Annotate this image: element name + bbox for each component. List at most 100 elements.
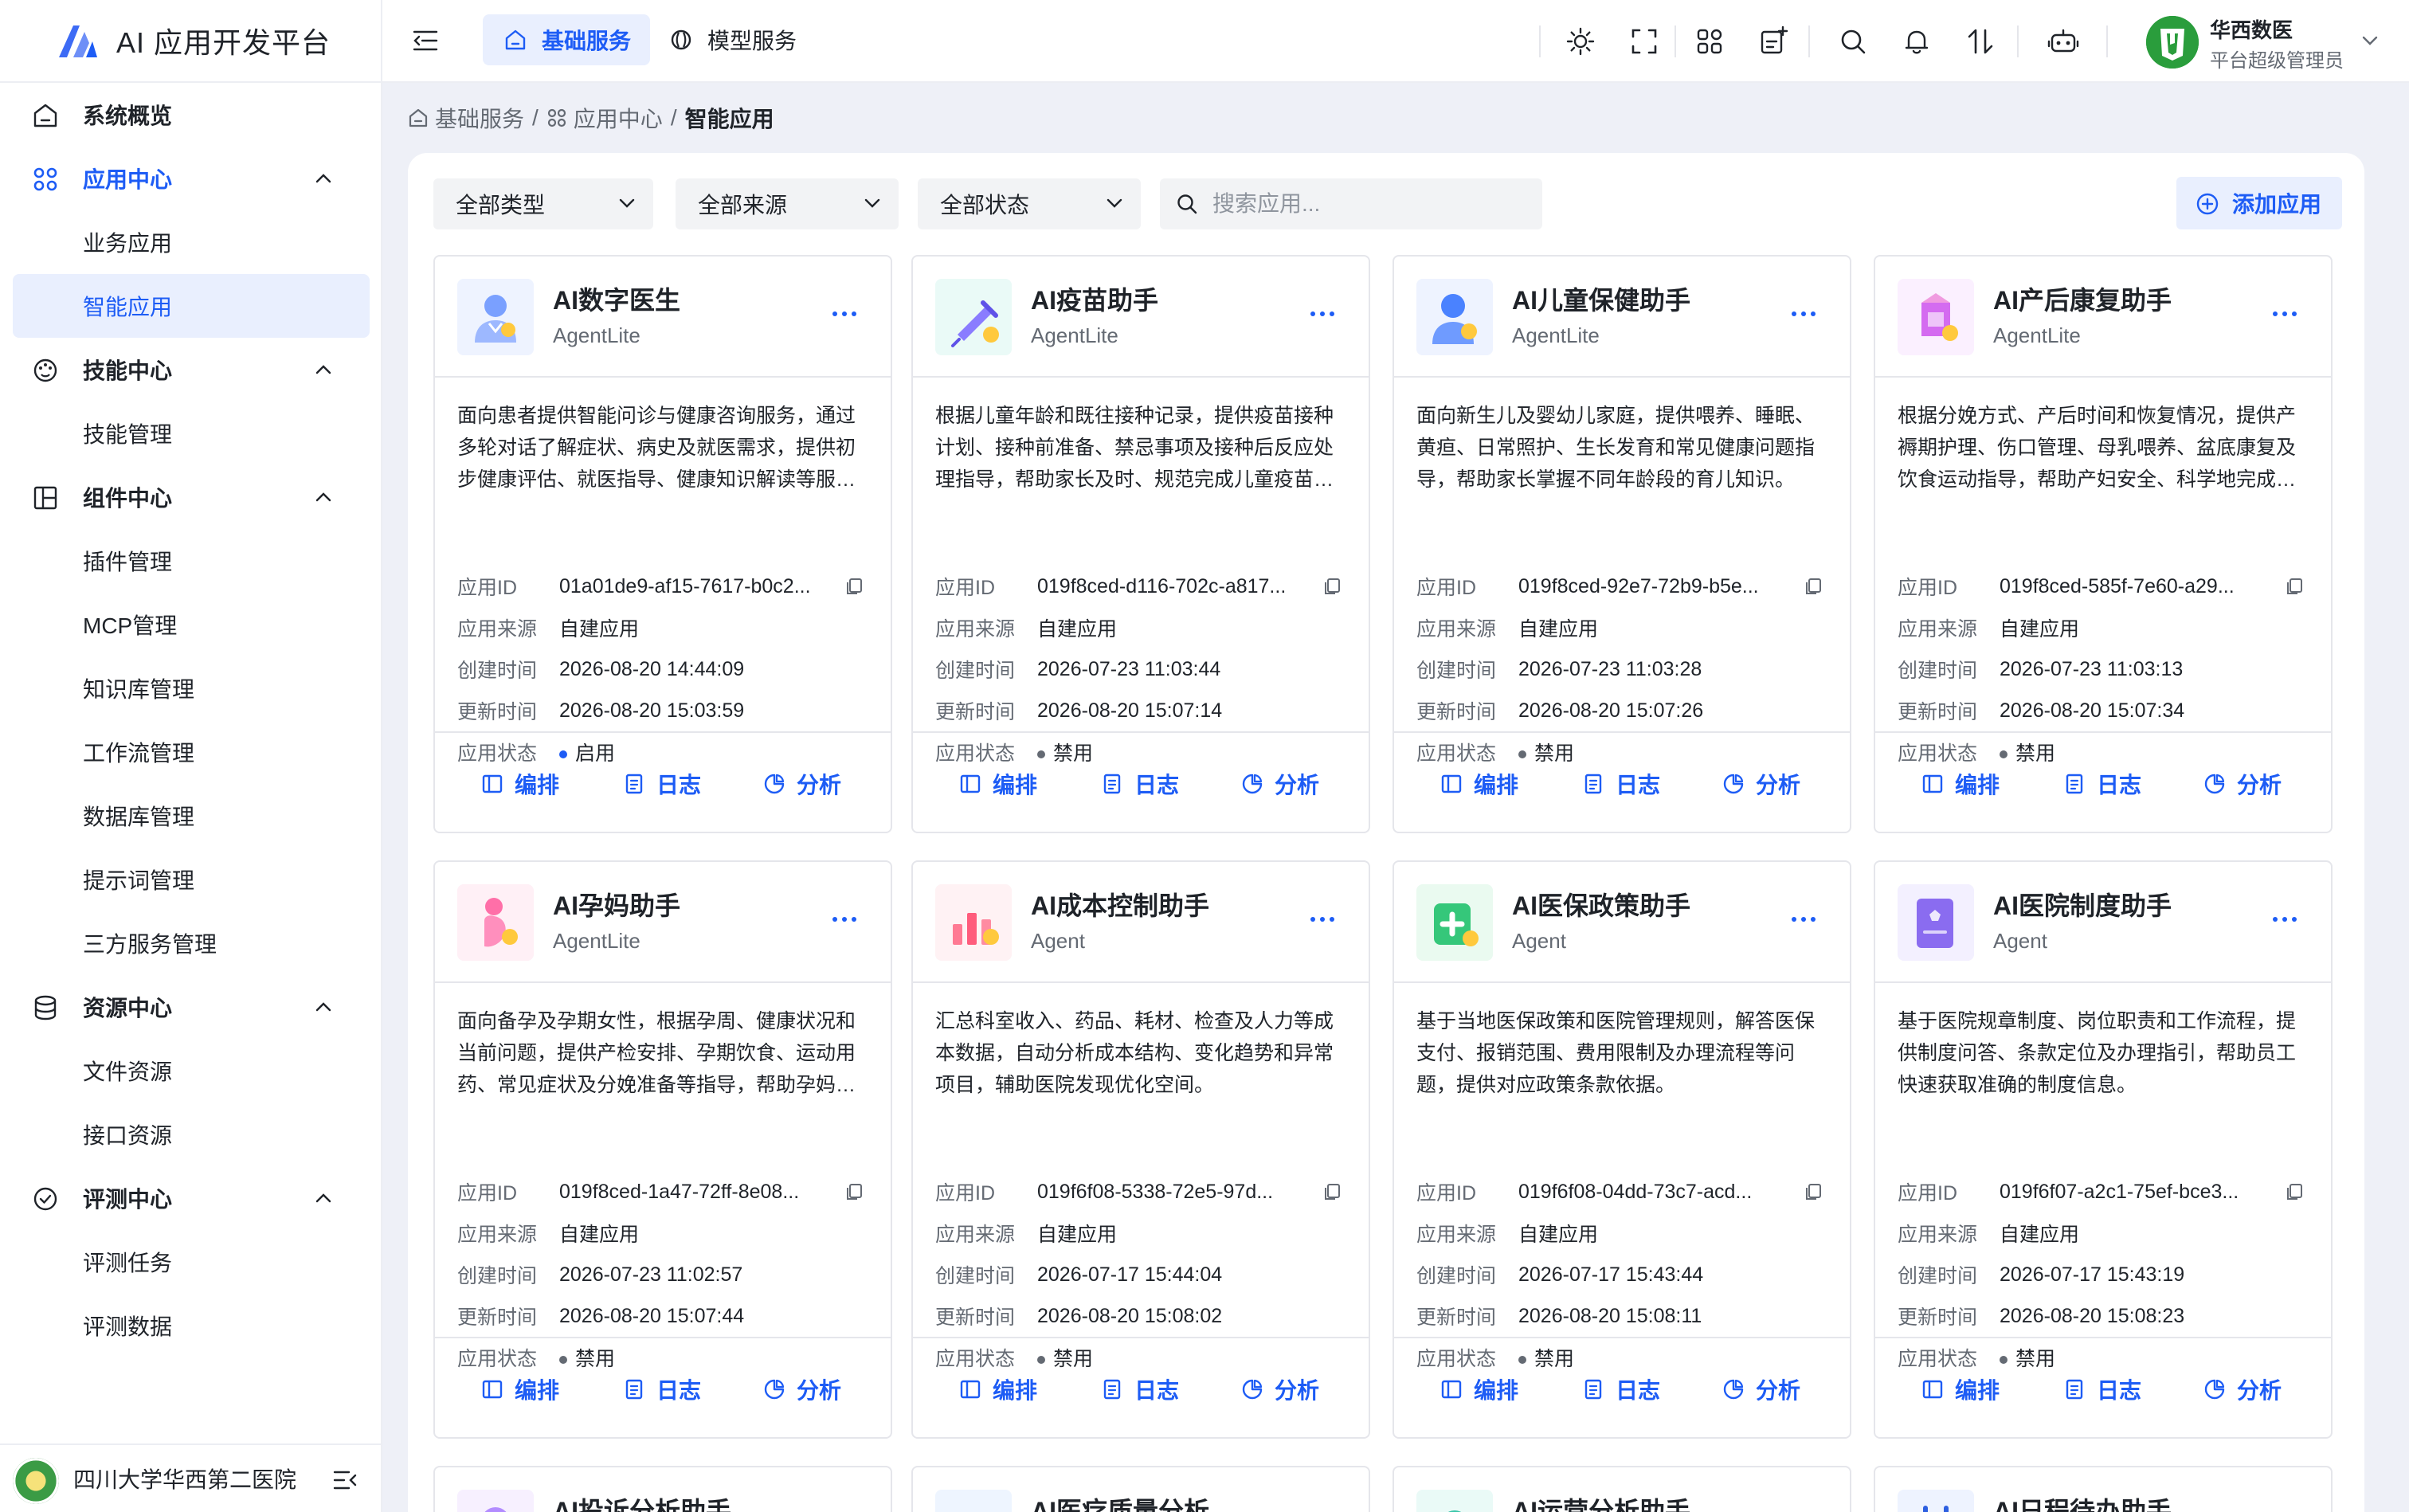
sidebar-item[interactable]: 数据库管理 xyxy=(13,784,370,848)
robot-icon[interactable] xyxy=(2047,25,2079,57)
more-icon[interactable] xyxy=(2270,306,2299,322)
sidebar-item[interactable]: 评测任务 xyxy=(13,1230,370,1294)
chevron-down-icon[interactable] xyxy=(2361,33,2379,48)
app-card[interactable]: AI儿童保健助手 AgentLite 面向新生儿及婴幼儿家庭，提供喂养、睡眠、黄… xyxy=(1393,255,1851,833)
note-add-icon[interactable] xyxy=(1757,25,1789,57)
app-card[interactable]: AI医院制度助手 Agent 基于医院规章制度、岗位职责和工作流程，提供制度问答… xyxy=(1874,860,2333,1439)
user-avatar[interactable] xyxy=(2146,16,2199,69)
app-card[interactable]: AI产后康复助手 AgentLite 根据分娩方式、产后时间和恢复情况，提供产褥… xyxy=(1874,255,2333,833)
app-card[interactable]: AI投诉分析助手 xyxy=(433,1466,892,1512)
chevron-up-icon[interactable] xyxy=(314,170,333,186)
sidebar-item[interactable]: MCP管理 xyxy=(13,593,370,656)
more-icon[interactable] xyxy=(1308,911,1337,927)
sort-icon[interactable] xyxy=(1964,25,1996,57)
analyze-button[interactable]: 分析 xyxy=(1241,768,1319,800)
sidebar-item[interactable]: 智能应用 xyxy=(13,274,370,338)
copy-icon[interactable] xyxy=(1804,577,1823,596)
edit-button[interactable]: 编排 xyxy=(959,768,1037,800)
card-title[interactable]: AI产后康复助手 xyxy=(1993,280,2172,317)
app-card[interactable]: AI疫苗助手 AgentLite 根据儿童年龄和既往接种记录，提供疫苗接种计划、… xyxy=(911,255,1370,833)
log-button[interactable]: 日志 xyxy=(623,768,701,800)
more-icon[interactable] xyxy=(1789,911,1818,927)
card-title[interactable]: AI医疗质量分析 xyxy=(1031,1491,1209,1512)
collapse-sidebar-icon[interactable] xyxy=(333,1469,357,1491)
edit-button[interactable]: 编排 xyxy=(1440,1373,1518,1405)
more-icon[interactable] xyxy=(2270,911,2299,927)
analyze-button[interactable]: 分析 xyxy=(1241,1373,1319,1405)
analyze-button[interactable]: 分析 xyxy=(2203,1373,2282,1405)
card-title[interactable]: AI日程待办助手 xyxy=(1993,1491,2172,1512)
log-button[interactable]: 日志 xyxy=(1101,1373,1179,1405)
sidebar-item[interactable]: 技能管理 xyxy=(13,402,370,465)
tab-basic-services[interactable]: 基础服务 xyxy=(483,14,651,65)
sidebar-item[interactable]: 插件管理 xyxy=(13,529,370,593)
card-title[interactable]: AI疫苗助手 xyxy=(1031,280,1158,317)
sidebar-item[interactable]: 知识库管理 xyxy=(13,656,370,720)
search-icon[interactable] xyxy=(1837,25,1869,57)
log-button[interactable]: 日志 xyxy=(2063,768,2141,800)
more-icon[interactable] xyxy=(1308,306,1337,322)
filter-status-select[interactable]: 全部状态 xyxy=(918,178,1141,229)
copy-icon[interactable] xyxy=(844,577,864,596)
chevron-up-icon[interactable] xyxy=(314,999,333,1015)
app-card[interactable]: AI医疗质量分析 xyxy=(911,1466,1370,1512)
edit-button[interactable]: 编排 xyxy=(959,1373,1037,1405)
app-card[interactable]: AI医保政策助手 Agent 基于当地医保政策和医院管理规则，解答医保支付、报销… xyxy=(1393,860,1851,1439)
fullscreen-icon[interactable] xyxy=(1628,25,1660,57)
card-title[interactable]: AI儿童保健助手 xyxy=(1512,280,1690,317)
card-title[interactable]: AI数字医生 xyxy=(553,280,680,317)
sidebar-group-2[interactable]: 技能中心 xyxy=(0,338,382,402)
sun-icon[interactable] xyxy=(1565,25,1596,57)
search-input[interactable] xyxy=(1212,178,1531,229)
chevron-up-icon[interactable] xyxy=(314,362,333,378)
edit-button[interactable]: 编排 xyxy=(1921,1373,2000,1405)
copy-icon[interactable] xyxy=(844,1182,864,1201)
user-name[interactable]: 华西数医 xyxy=(2210,14,2293,44)
app-logo[interactable]: AI 应用开发平台 xyxy=(0,0,381,83)
analyze-button[interactable]: 分析 xyxy=(763,768,841,800)
card-title[interactable]: AI医保政策助手 xyxy=(1512,886,1690,922)
menu-fold-icon[interactable] xyxy=(413,29,438,53)
sidebar-item[interactable]: 接口资源 xyxy=(13,1103,370,1166)
log-button[interactable]: 日志 xyxy=(1101,768,1179,800)
card-title[interactable]: AI医院制度助手 xyxy=(1993,886,2172,922)
breadcrumb-item-basic-services[interactable]: 基础服务 xyxy=(435,102,524,134)
edit-button[interactable]: 编排 xyxy=(1921,768,2000,800)
analyze-button[interactable]: 分析 xyxy=(1722,1373,1800,1405)
filter-source-select[interactable]: 全部来源 xyxy=(676,178,899,229)
more-icon[interactable] xyxy=(830,911,859,927)
card-title[interactable]: AI成本控制助手 xyxy=(1031,886,1209,922)
edit-button[interactable]: 编排 xyxy=(481,1373,559,1405)
card-title[interactable]: AI运营分析助手 xyxy=(1512,1491,1690,1512)
filter-type-select[interactable]: 全部类型 xyxy=(433,178,653,229)
copy-icon[interactable] xyxy=(2285,1182,2304,1201)
sidebar-group-0[interactable]: 系统概览 xyxy=(0,83,382,147)
tab-model-services[interactable]: 模型服务 xyxy=(648,14,816,65)
analyze-button[interactable]: 分析 xyxy=(763,1373,841,1405)
sidebar-group-3[interactable]: 组件中心 xyxy=(0,465,382,529)
log-button[interactable]: 日志 xyxy=(623,1373,701,1405)
apps-icon[interactable] xyxy=(1694,25,1725,57)
card-title[interactable]: AI投诉分析助手 xyxy=(553,1491,731,1512)
chevron-up-icon[interactable] xyxy=(314,1190,333,1206)
app-card[interactable]: AI孕妈助手 AgentLite 面向备孕及孕期女性，根据孕周、健康状况和当前问… xyxy=(433,860,892,1439)
bell-icon[interactable] xyxy=(1901,25,1933,57)
sidebar-group-5[interactable]: 评测中心 xyxy=(0,1166,382,1230)
sidebar-item[interactable]: 三方服务管理 xyxy=(13,911,370,975)
sidebar-item[interactable]: 工作流管理 xyxy=(13,720,370,784)
more-icon[interactable] xyxy=(1789,306,1818,322)
sidebar-item[interactable]: 文件资源 xyxy=(13,1039,370,1103)
more-icon[interactable] xyxy=(830,306,859,322)
edit-button[interactable]: 编排 xyxy=(1440,768,1518,800)
copy-icon[interactable] xyxy=(1804,1182,1823,1201)
breadcrumb-item-app-center[interactable]: 应用中心 xyxy=(574,102,663,134)
app-card[interactable]: AI成本控制助手 Agent 汇总科室收入、药品、耗材、检查及人力等成本数据，自… xyxy=(911,860,1370,1439)
analyze-button[interactable]: 分析 xyxy=(1722,768,1800,800)
log-button[interactable]: 日志 xyxy=(1582,1373,1660,1405)
edit-button[interactable]: 编排 xyxy=(481,768,559,800)
copy-icon[interactable] xyxy=(1322,577,1342,596)
app-card[interactable]: AI日程待办助手 xyxy=(1874,1466,2333,1512)
sidebar-item[interactable]: 提示词管理 xyxy=(13,848,370,911)
sidebar-item[interactable]: 业务应用 xyxy=(13,210,370,274)
copy-icon[interactable] xyxy=(2285,577,2304,596)
